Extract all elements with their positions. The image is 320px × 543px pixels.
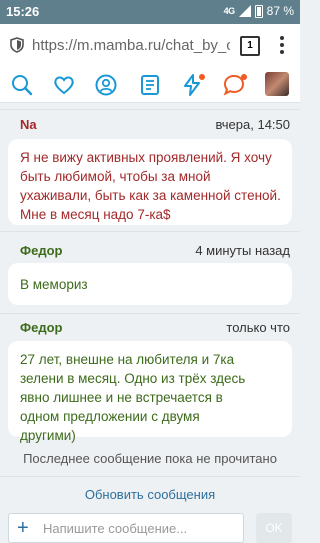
notification-dot [199,74,205,80]
signal-icon [238,5,251,17]
search-icon[interactable] [10,73,34,97]
plus-icon[interactable]: + [17,518,29,538]
message-author: Na [20,117,37,132]
browser-url-bar: https://m.mamba.ru/chat_by_con 1 [0,24,300,69]
tabs-button[interactable]: 1 [240,36,260,56]
message-bubble: 27 лет, внешне на любителя и 7ка зелени … [8,341,292,443]
divider [0,231,300,232]
browser-menu-icon[interactable] [280,36,284,56]
network-type: 4G [223,6,236,16]
notification-dot [241,74,247,80]
status-bar: 15:26 4G 87 % [0,0,300,24]
message-bubble: Я не вижу активных проявлений. Я хочу бы… [8,139,292,225]
message-time: только что [226,320,290,335]
message-composer: + Напишите сообщение... OK [8,513,292,543]
divider [0,109,300,110]
app-nav-bar [0,68,300,103]
message-text: 27 лет, внешне на любителя и 7ка зелени … [20,352,246,443]
message-time: вчера, 14:50 [215,117,290,132]
heart-icon[interactable] [52,73,76,97]
message-bubble: В мемориз [8,263,292,305]
divider [0,313,300,314]
send-button[interactable]: OK [256,513,292,543]
avatar[interactable] [265,72,289,96]
message-text: В мемориз [20,277,88,292]
url-field[interactable]: https://m.mamba.ru/chat_by_con [32,37,230,54]
message-text: Я не вижу активных проявлений. Я хочу бы… [20,150,281,222]
battery-level: 87 % [266,4,294,18]
unread-note: Последнее сообщение пока не прочитано [23,451,277,466]
message-author: Федор [20,243,63,258]
message-input[interactable]: + Напишите сообщение... [8,513,244,543]
refresh-messages-link[interactable]: Обновить сообщения [0,487,300,502]
message-time: 4 минуты назад [195,243,290,258]
battery-icon [254,4,263,18]
divider [0,476,300,477]
status-right: 4G 87 % [224,4,294,18]
message-author: Федор [20,320,63,335]
shield-icon[interactable] [10,37,24,53]
chat-area: Na вчера, 14:50 Я не вижу активных прояв… [0,103,300,534]
face-icon[interactable] [94,73,118,97]
status-time: 15:26 [6,4,40,19]
news-icon[interactable] [138,73,162,97]
